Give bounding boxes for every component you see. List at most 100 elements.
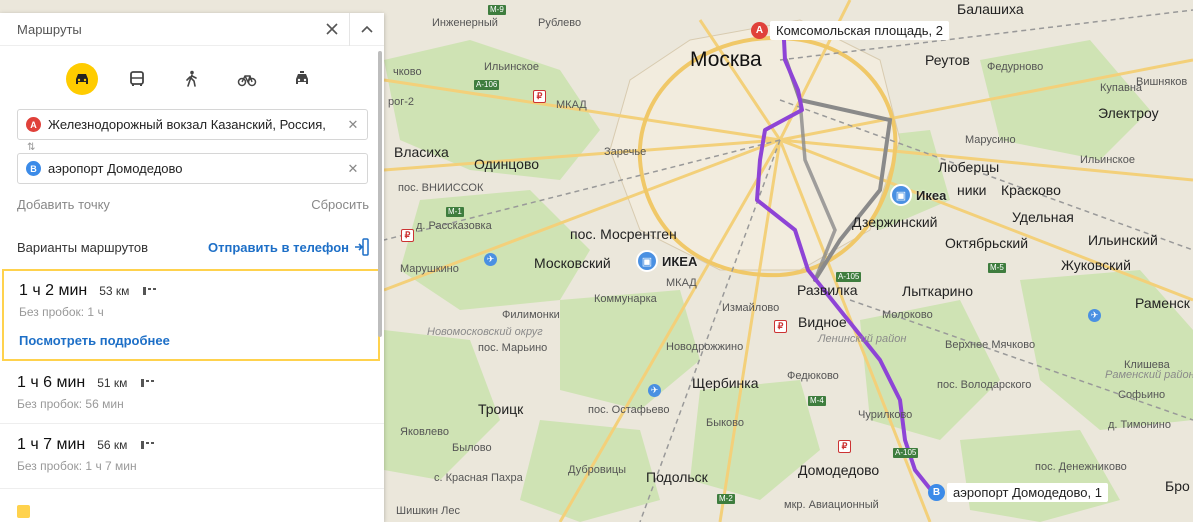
poi-ikea-east-label: Икеа xyxy=(916,187,947,203)
route-no-traffic: Без пробок: 1 ч 7 мин xyxy=(17,459,137,473)
label-aviatsionny: мкр. Авиационный xyxy=(784,499,879,511)
road-sign-m1: М-1 xyxy=(446,207,464,217)
route-pin-a[interactable]: A Комсомольская площадь, 2 xyxy=(751,21,949,40)
reset-link[interactable]: Сбросить xyxy=(311,197,369,212)
route-details-link[interactable]: Посмотреть подробнее xyxy=(19,333,378,348)
label-rasskazovka: д. Рассказовка xyxy=(416,220,492,232)
route-time: 1 ч 7 мин xyxy=(17,436,86,453)
route-divider xyxy=(0,423,384,424)
label-moskva: Москва xyxy=(690,48,762,71)
send-to-phone-label: Отправить в телефон xyxy=(208,239,349,255)
label-ilyinsky: Ильинский xyxy=(1088,232,1158,248)
label-kommunarka: Коммунарка xyxy=(594,293,657,305)
route-option-3[interactable]: 1 ч 7 мин 56 км Без пробок: 1 ч 7 мин xyxy=(0,425,384,487)
add-point-link[interactable]: Добавить точку xyxy=(17,197,110,212)
hint-icon xyxy=(17,505,30,518)
label-mkad-west: МКАД xyxy=(556,99,587,111)
label-dubrovitsy: Дубровицы xyxy=(568,464,627,476)
airport-icon: ✈ xyxy=(1088,309,1101,322)
label-vishnyakovo: Вишняков xyxy=(1136,76,1188,88)
swap-points-icon[interactable]: ⇅ xyxy=(27,142,35,153)
road-sign-m4: М-4 xyxy=(808,396,826,406)
label-sofyino: Софьино xyxy=(1118,389,1166,401)
close-button[interactable] xyxy=(315,13,349,46)
poi-ikea-west[interactable]: ▣ ИКЕА xyxy=(636,250,697,272)
walk-icon xyxy=(186,70,197,87)
label-timonino: д. Тимонино xyxy=(1108,419,1172,431)
to-field[interactable]: B аэропорт Домодедово ✕ xyxy=(17,153,368,184)
route-divider xyxy=(0,488,384,489)
poi-ikea-west-label: ИКЕА xyxy=(662,253,698,269)
toll-road-icon xyxy=(143,287,157,295)
taxi-icon xyxy=(295,71,308,84)
label-moskovsky: Московский xyxy=(534,255,611,271)
label-marushkino: Марушкино xyxy=(400,263,459,275)
airport-icon: ✈ xyxy=(648,384,661,397)
mode-taxi-button[interactable] xyxy=(286,63,318,95)
route-no-traffic: Без пробок: 56 мин xyxy=(17,397,124,411)
from-badge: A xyxy=(26,117,41,132)
label-zhukovsky: Жуковский xyxy=(1061,257,1131,273)
collapse-button[interactable] xyxy=(350,13,384,46)
toll-road-icon xyxy=(141,441,155,449)
mode-bike-button[interactable] xyxy=(231,63,263,95)
label-fedurnovo: Федурново xyxy=(987,61,1044,73)
label-ilyinskoe: Ильинское xyxy=(1080,154,1135,166)
route-option-2[interactable]: 1 ч 6 мин 51 км Без пробок: 56 мин xyxy=(0,363,384,423)
pin-a-label: Комсомольская площадь, 2 xyxy=(770,21,949,40)
route-pin-b[interactable]: B аэропорт Домодедово, 1 xyxy=(928,483,1108,502)
chevron-up-icon xyxy=(361,25,373,33)
label-filimonki: Филимонки xyxy=(502,309,560,321)
label-lytkarino: Лыткарино xyxy=(902,283,974,299)
from-field[interactable]: A Железнодорожный вокзал Казанский, Росс… xyxy=(17,109,368,140)
label-reutov: Реутов xyxy=(925,52,970,68)
mode-car-button[interactable] xyxy=(66,63,99,95)
pin-b-badge: B xyxy=(928,484,945,501)
label-elektrou: Электроу xyxy=(1098,105,1159,121)
road-sign-a105-2: А-105 xyxy=(893,448,919,458)
mode-bus-button[interactable] xyxy=(121,63,153,95)
panel-header: Маршруты xyxy=(0,13,384,46)
mode-walk-button[interactable] xyxy=(176,63,208,95)
route-option-1[interactable]: 1 ч 2 мин 53 км Без пробок: 1 ч Посмотре… xyxy=(2,269,380,361)
label-balashikha: Балашиха xyxy=(957,1,1024,17)
label-molokovo: Молоково xyxy=(882,309,933,321)
bus-icon xyxy=(130,71,145,86)
from-input[interactable]: Железнодорожный вокзал Казанский, Россия… xyxy=(48,117,339,132)
toll-road-icon xyxy=(141,379,155,387)
label-kupavna: Купавна xyxy=(1100,82,1143,94)
label-izmailovo: Измайлово xyxy=(722,302,780,314)
label-shcherbinka: Щербинка xyxy=(692,375,759,391)
phone-icon xyxy=(355,238,369,256)
road-sign-a105: А-105 xyxy=(836,272,862,282)
label-mkad-south: МКАД xyxy=(666,277,697,289)
clear-from-button[interactable]: ✕ xyxy=(339,117,367,133)
label-bykovo: Быково xyxy=(706,417,745,429)
label-chkovo: чково xyxy=(393,66,422,78)
label-novodrozhzhino: Новодрожжино xyxy=(666,341,744,353)
variants-label: Варианты маршрутов xyxy=(17,239,149,255)
parking-icon: ₽ xyxy=(401,229,414,242)
label-verkhnee-myachkovo: Верхнее Мячково xyxy=(945,339,1036,351)
label-marino: пос. Марьино xyxy=(478,342,548,354)
label-kraskovo: Красково xyxy=(1001,182,1061,198)
close-icon xyxy=(326,23,338,35)
label-ramensk: Раменск xyxy=(1135,295,1190,311)
route-no-traffic: Без пробок: 1 ч xyxy=(19,305,104,319)
route-time: 1 ч 2 мин xyxy=(19,282,88,299)
panel-title: Маршруты xyxy=(17,21,82,37)
send-to-phone-button[interactable]: Отправить в телефон xyxy=(208,238,369,256)
to-badge: B xyxy=(26,161,41,176)
clear-to-button[interactable]: ✕ xyxy=(339,161,367,177)
label-vniissok: пос. ВНИИССОК xyxy=(398,182,484,194)
label-shishkin-les: Шишкин Лес xyxy=(396,505,460,517)
label-troitsk: Троицк xyxy=(478,401,524,417)
to-input[interactable]: аэропорт Домодедово xyxy=(48,161,339,176)
pin-b-label: аэропорт Домодедово, 1 xyxy=(947,483,1108,502)
route-distance: 56 км xyxy=(97,438,128,452)
label-vidnoe: Видное xyxy=(798,314,847,330)
label-podolsk: Подольск xyxy=(646,469,708,485)
poi-ikea-east[interactable]: ▣ Икеа xyxy=(890,184,946,206)
panel-scrollbar[interactable] xyxy=(378,51,382,337)
airport-icon: ✈ xyxy=(484,253,497,266)
